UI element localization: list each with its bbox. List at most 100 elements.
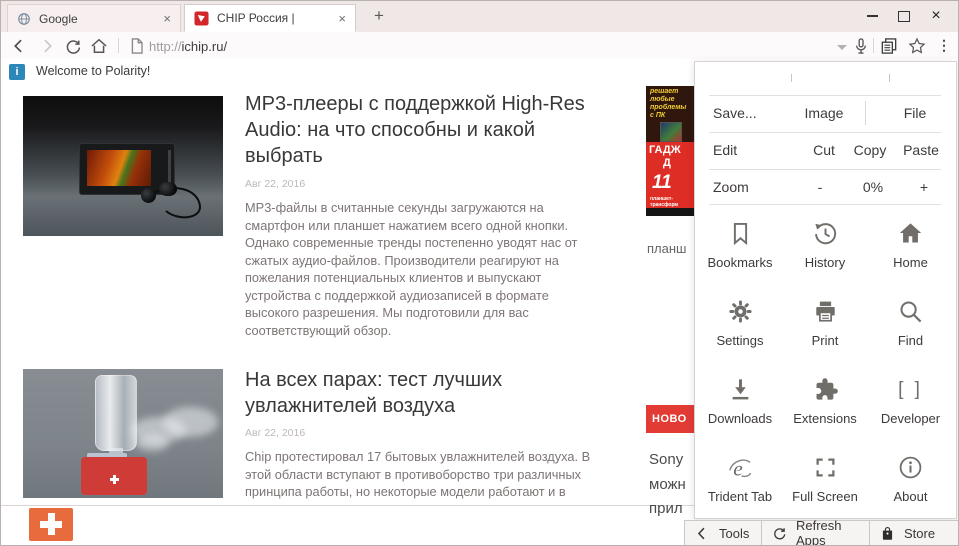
menu-zoom-label: Zoom [713,179,749,195]
menu-item-find[interactable]: Find [865,298,956,376]
cover-number: 11 [646,172,694,196]
tab-google[interactable]: Google × [7,4,181,32]
browser-menu-popup: Save... Image File Edit Cut Copy Paste Z… [694,61,957,519]
address-toolbar: http://ichip.ru/ ⋮ [1,32,958,60]
cover-top: решает любые проблемы с ПК [646,86,694,142]
maximize-icon [898,11,910,22]
menu-dots-button[interactable]: ⋮ [937,36,951,55]
article-body: Chip протестировал 17 бытовых увлажнител… [245,448,597,501]
brackets-icon: [ ] [898,376,923,403]
menu-zoom-in[interactable]: + [892,179,956,195]
new-tab-button[interactable]: + [370,6,388,26]
menu-item-bookmarks[interactable]: Bookmarks [695,220,785,298]
refresh-apps-button[interactable]: Refresh Apps [762,521,870,545]
refresh-icon [771,525,788,542]
magnifier-icon [897,298,924,325]
magazine-cover-ad[interactable]: решает любые проблемы с ПК ГАДЖ Д 11 пла… [646,86,694,216]
humidifier-graphic [81,457,147,495]
menu-item-settings[interactable]: Settings [695,298,785,376]
cover-subtext: планшет- трансформ [646,196,694,208]
menu-top-divider-tick [791,74,792,82]
fullscreen-icon [812,454,839,481]
water-bottle-graphic [95,375,137,451]
info-circle-icon [897,454,924,481]
notification-message: Welcome to Polarity! [36,59,150,84]
cover-footer-band [646,208,694,216]
page-divider [1,505,695,506]
forward-button[interactable] [37,36,57,56]
news-badge: НОВО [646,405,694,433]
menu-item-print[interactable]: Print [785,298,865,376]
menu-item-home[interactable]: Home [865,220,956,298]
browser-window: Google × CHIP Россия | × + × [0,0,959,546]
article-image-humidifier[interactable] [23,369,223,498]
menu-item-downloads[interactable]: Downloads [695,376,785,454]
ie-trident-icon: e [727,454,754,481]
aside-text-line: можн [649,476,695,493]
menu-item-history[interactable]: History [785,220,865,298]
toolbar-separator [118,38,119,53]
minimize-icon [867,15,878,17]
home-button[interactable] [89,36,109,56]
close-icon: × [931,8,940,24]
plus-widget-icon[interactable] [29,508,73,541]
toolbar-separator [873,38,874,53]
home-icon [897,220,924,247]
address-url[interactable]: http://ichip.ru/ [149,39,227,54]
aside-text-line: Sony [649,451,695,468]
close-button[interactable]: × [920,5,952,27]
menu-top-divider-tick [889,74,890,82]
star-bookmark-icon[interactable] [907,36,927,56]
url-host: ichip.ru/ [182,39,228,54]
tab-close-icon[interactable]: × [338,12,346,25]
menu-footer-bar: Tools Refresh Apps Store [684,520,959,546]
store-button[interactable]: Store [870,521,959,545]
globe-icon [17,12,31,26]
page-icon[interactable] [127,36,147,56]
bookmark-icon [727,220,754,247]
tab-title: CHIP Россия | [217,11,330,25]
menu-divider [865,101,866,125]
tab-chip-active[interactable]: CHIP Россия | × [184,4,356,32]
menu-save-label: Save... [713,105,757,121]
article-image-mp3-player[interactable] [23,96,223,236]
history-icon [812,220,839,247]
minimize-button[interactable] [856,5,888,27]
article-date: Авг 22, 2016 [245,178,305,190]
chip-favicon [194,11,209,26]
cover-thumbnail [660,122,682,142]
menu-save-file[interactable]: File [883,105,947,121]
earphones-wire-graphic [118,171,213,226]
reading-list-icon[interactable] [879,36,899,56]
menu-icon-grid: Bookmarks History Home [695,204,956,532]
maximize-button[interactable] [888,5,920,27]
tab-bar: Google × CHIP Россия | × + × [1,1,958,33]
printer-icon [812,298,839,325]
earbud-graphic [141,188,156,203]
tab-title: Google [39,12,155,26]
info-icon: i [9,64,25,80]
cover-band: ГАДЖ Д [646,142,694,172]
menu-edit-paste[interactable]: Paste [889,142,953,158]
aside-text-line: прил [649,500,695,517]
chevron-left-icon [694,525,711,542]
caret-down-icon[interactable] [837,45,847,50]
gear-icon [727,298,754,325]
refresh-button[interactable] [63,36,83,56]
menu-save-image[interactable]: Image [792,105,856,121]
shopping-bag-icon [879,525,896,542]
menu-item-extensions[interactable]: Extensions [785,376,865,454]
article-body: MP3-файлы в считанные секунды загружаютс… [245,199,597,339]
back-button[interactable] [9,36,29,56]
earbud-graphic [159,182,177,196]
menu-edit-label: Edit [713,142,737,158]
puzzle-icon [812,376,839,403]
microphone-icon[interactable] [851,36,871,56]
menu-item-developer[interactable]: [ ] Developer [865,376,956,454]
article-date: Авг 22, 2016 [245,427,305,439]
tools-button[interactable]: Tools [685,521,762,545]
article-title[interactable]: На всех парах: тест лучших увлажнителей … [245,367,580,419]
tab-close-icon[interactable]: × [163,12,171,25]
article-title[interactable]: MP3-плееры с поддержкой High-Res Audio: … [245,91,597,169]
aside-caption: планш [647,241,695,256]
